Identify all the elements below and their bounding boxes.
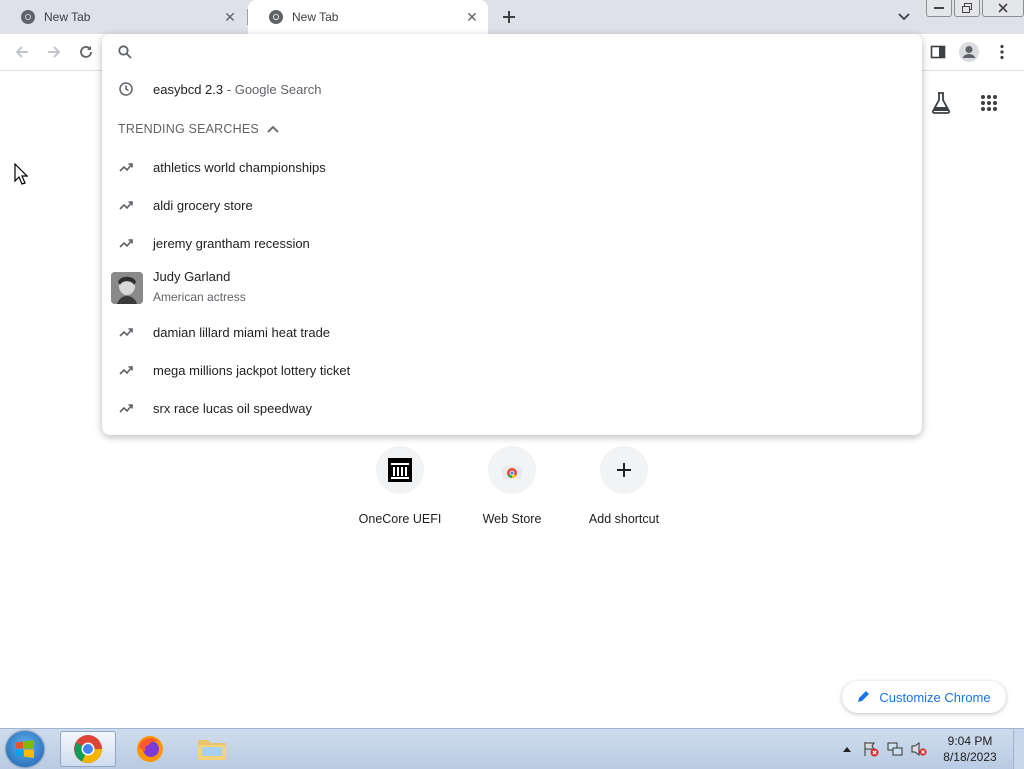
trending-header-label: TRENDING SEARCHES (118, 122, 259, 136)
suggestion-source: Google Search (234, 81, 322, 97)
shortcut-label: Web Store (482, 512, 542, 526)
trending-item[interactable]: athletics world championships (102, 148, 922, 186)
close-tab-icon[interactable]: ✕ (220, 7, 240, 27)
labs-flask-icon[interactable] (928, 90, 954, 116)
entity-subtitle: American actress (153, 290, 246, 304)
history-clock-icon (118, 81, 134, 97)
taskbar-chrome-icon[interactable] (60, 731, 116, 767)
shortcut-web-store[interactable]: Web Store (456, 446, 568, 526)
shortcut-add[interactable]: Add shortcut (568, 446, 680, 526)
tab-title: New Tab (44, 10, 91, 24)
trending-item[interactable]: srx race lucas oil speedway (102, 389, 922, 427)
trending-item[interactable]: aldi grocery store (102, 186, 922, 224)
omnibox-input[interactable] (142, 40, 906, 66)
trending-arrow-icon (118, 324, 134, 340)
chrome-favicon-icon (20, 9, 36, 25)
reload-icon[interactable] (74, 40, 98, 64)
suggestion-text: easybcd 2.3 - Google Search (153, 82, 321, 97)
customize-chrome-button[interactable]: Customize Chrome (842, 681, 1006, 713)
minimize-icon[interactable] (926, 0, 952, 17)
trending-text: athletics world championships (153, 159, 326, 175)
show-desktop-button[interactable] (1013, 729, 1024, 769)
trending-item[interactable]: damian lillard miami heat trade (102, 313, 922, 351)
entity-title: Judy Garland (153, 269, 231, 284)
taskbar-file-explorer-icon[interactable] (184, 731, 240, 767)
trending-header[interactable]: TRENDING SEARCHES (118, 122, 279, 136)
apps-grid-icon[interactable] (976, 90, 1002, 116)
side-panel-icon[interactable] (926, 40, 950, 64)
chrome-favicon-icon (268, 9, 284, 25)
show-hidden-icons-icon[interactable] (838, 740, 856, 758)
suggestion-query: easybcd 2.3 (153, 81, 224, 97)
shortcut-label: OneCore UEFI (358, 512, 442, 526)
clock-time: 9:04 PM (947, 734, 993, 748)
trending-entity[interactable]: Judy Garland American actress (102, 266, 922, 310)
trending-text: jeremy grantham recession (153, 235, 310, 251)
profile-avatar-icon[interactable] (957, 40, 981, 64)
trending-arrow-icon (118, 362, 134, 378)
trending-item[interactable]: mega millions jackpot lottery ticket (102, 351, 922, 389)
tab-title: New Tab (292, 10, 339, 24)
volume-muted-icon[interactable] (910, 740, 928, 758)
bank-icon (376, 446, 424, 494)
shortcut-onecore-uefi[interactable]: OneCore UEFI (344, 446, 456, 526)
plus-icon (600, 446, 648, 494)
tab-search-chevron-icon[interactable] (894, 8, 914, 26)
clock-date: 8/18/2023 (943, 750, 997, 764)
action-center-flag-icon[interactable] (862, 740, 880, 758)
taskbar-clock[interactable]: 9:04 PM 8/18/2023 (934, 733, 1006, 765)
omnibox-dropdown: easybcd 2.3 - Google Search TRENDING SEA… (102, 34, 922, 435)
tab-strip: New Tab ✕ New Tab ✕ (0, 0, 1024, 34)
trending-item[interactable]: jeremy grantham recession (102, 224, 922, 262)
forward-arrow-icon[interactable] (42, 40, 66, 64)
back-arrow-icon[interactable] (10, 40, 34, 64)
close-window-icon[interactable] (982, 0, 1024, 17)
customize-label: Customize Chrome (879, 689, 991, 705)
trending-arrow-icon (118, 197, 134, 213)
restore-icon[interactable] (954, 0, 980, 17)
taskbar-firefox-icon[interactable] (122, 731, 178, 767)
trending-text: mega millions jackpot lottery ticket (153, 362, 351, 378)
tab-new-tab-2[interactable]: New Tab ✕ (248, 0, 488, 34)
trending-arrow-icon (118, 235, 134, 251)
pencil-icon (857, 689, 871, 706)
new-tab-plus-icon[interactable] (498, 6, 520, 28)
trending-arrow-icon (118, 400, 134, 416)
tab-new-tab-1[interactable]: New Tab ✕ (0, 0, 246, 34)
search-icon (118, 45, 132, 64)
close-tab-icon[interactable]: ✕ (462, 7, 482, 27)
trending-text: damian lillard miami heat trade (153, 324, 331, 340)
shortcut-label: Add shortcut (588, 512, 660, 526)
trending-arrow-icon (118, 159, 134, 175)
omnibox-row (102, 34, 922, 70)
suggestion-separator: - (226, 81, 232, 97)
taskbar: 9:04 PM 8/18/2023 (0, 728, 1024, 769)
start-windows-icon[interactable] (6, 731, 44, 767)
network-icon[interactable] (886, 740, 904, 758)
mouse-cursor-icon (14, 162, 29, 190)
trending-text: srx race lucas oil speedway (153, 400, 312, 416)
shortcuts-grid: OneCore UEFI Web Store Add shortcut (344, 446, 680, 526)
entity-thumbnail (111, 272, 143, 304)
chevron-up-icon[interactable] (267, 122, 279, 136)
menu-kebab-icon[interactable] (990, 40, 1014, 64)
suggestion-history[interactable]: easybcd 2.3 - Google Search (102, 70, 922, 108)
trending-text: aldi grocery store (153, 197, 253, 213)
webstore-icon (488, 446, 536, 494)
ntp-top-right (928, 90, 1002, 116)
system-tray: 9:04 PM 8/18/2023 (838, 729, 1024, 769)
window-controls (926, 0, 1024, 18)
